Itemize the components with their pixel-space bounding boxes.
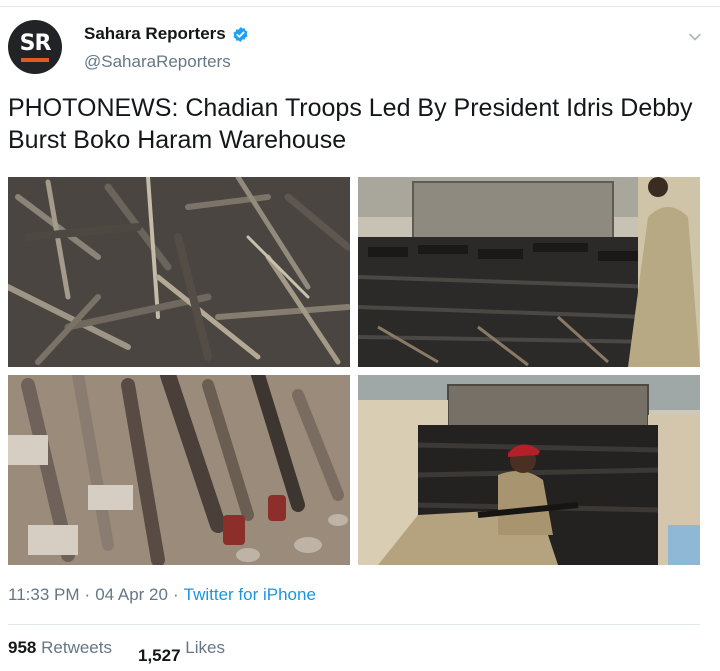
verified-badge-icon (233, 26, 248, 42)
stats-divider (8, 624, 700, 625)
tweet-date[interactable]: 04 Apr 20 (95, 585, 168, 605)
author-display-name[interactable]: Sahara Reporters (84, 24, 226, 44)
chevron-down-icon[interactable] (688, 30, 702, 44)
soldier-truck-photo (358, 375, 700, 565)
retweets-stat[interactable]: 958 Retweets (8, 638, 112, 658)
author-name-row[interactable]: Sahara Reporters (84, 24, 249, 44)
tweet-photo-2[interactable] (358, 177, 700, 367)
likes-stat[interactable]: 1,527 Likes (138, 638, 225, 665)
avatar[interactable]: SR (8, 20, 62, 74)
retweets-count: 958 (8, 638, 37, 657)
rocket-launchers-photo (8, 375, 350, 565)
tweet-text: PHOTONEWS: Chadian Troops Led By Preside… (8, 94, 693, 154)
likes-label: Likes (185, 638, 225, 657)
top-divider (0, 6, 720, 7)
retweets-label: Retweets (41, 638, 112, 657)
tweet-source-link[interactable]: Twitter for iPhone (184, 585, 316, 605)
tweet-meta: 11:33 PM · 04 Apr 20 · Twitter for iPhon… (8, 585, 316, 605)
tweet-time[interactable]: 11:33 PM (8, 585, 80, 605)
tweet-photo-1[interactable] (8, 177, 350, 367)
avatar-accent-bar (21, 57, 49, 62)
meta-separator: · (84, 585, 91, 604)
likes-count: 1,527 (138, 646, 181, 665)
weapons-pile-photo (8, 177, 350, 367)
truck-weapons-photo (358, 177, 700, 367)
tweet-photo-4[interactable] (358, 375, 700, 565)
tweet-media-grid (8, 177, 700, 565)
tweet-photo-3[interactable] (8, 375, 350, 565)
avatar-initials: SR (19, 30, 52, 56)
author-handle[interactable]: @SaharaReporters (84, 52, 231, 72)
meta-separator: · (172, 585, 179, 604)
